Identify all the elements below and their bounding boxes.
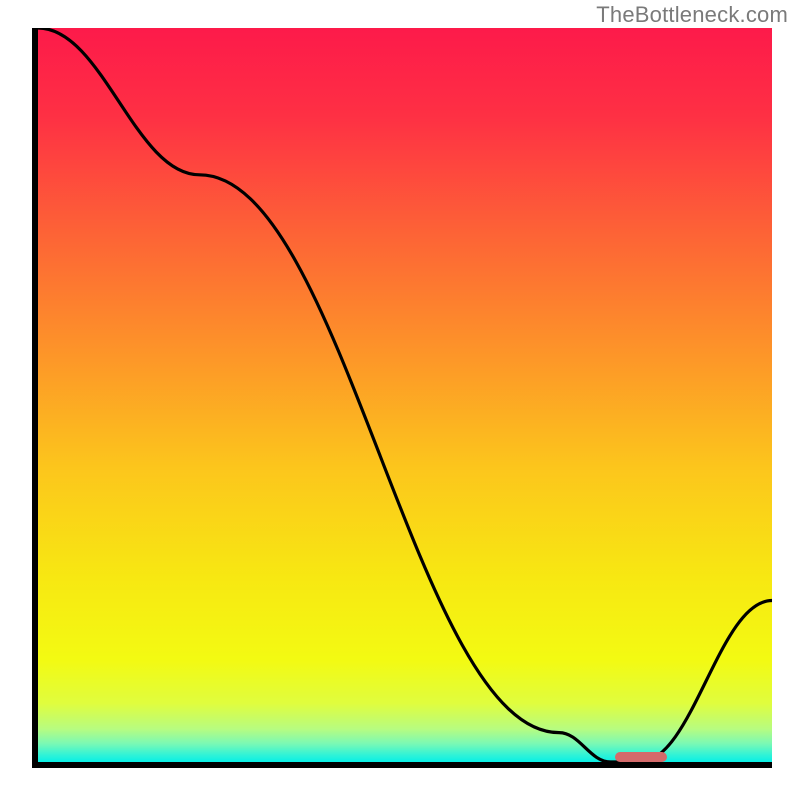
optimal-range-marker: [615, 752, 667, 762]
bottleneck-curve: [38, 28, 772, 762]
plot-area: [32, 28, 772, 768]
chart-container: TheBottleneck.com: [0, 0, 800, 800]
watermark-label: TheBottleneck.com: [596, 2, 788, 28]
